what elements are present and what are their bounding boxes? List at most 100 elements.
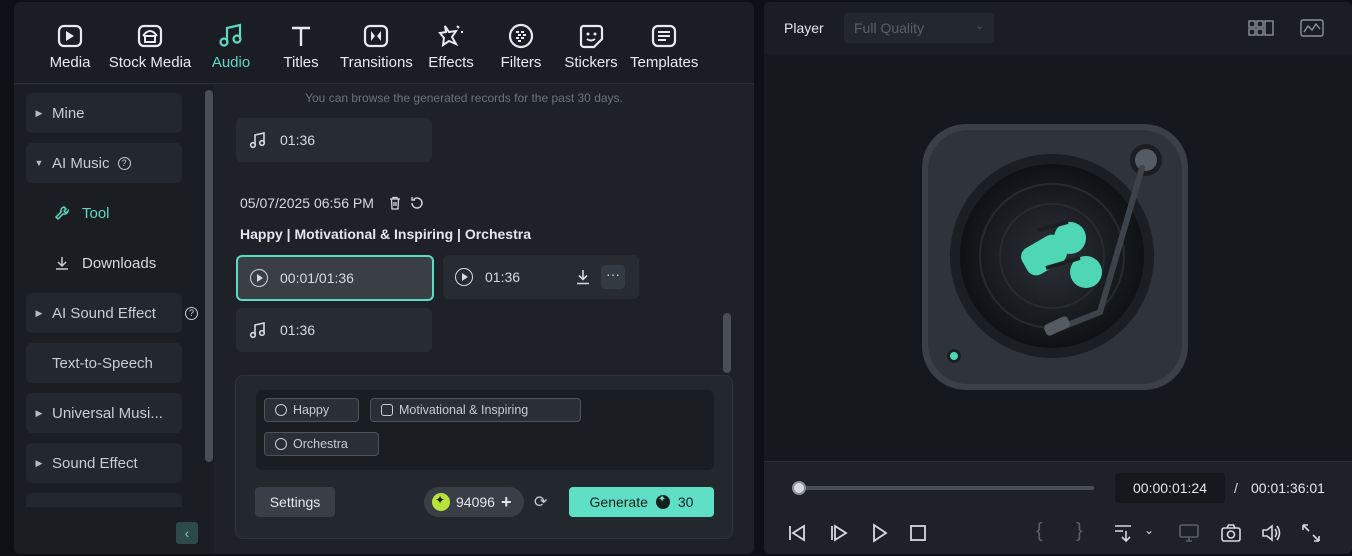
quality-value: Full Quality: [854, 20, 925, 36]
caret-right-icon: ▶: [35, 307, 43, 318]
tab-stock-media[interactable]: Stock Media: [108, 22, 192, 78]
caret-right-icon: ▶: [35, 407, 43, 418]
sidebar-scrollbar[interactable]: [205, 90, 213, 462]
fullscreen-icon[interactable]: [1300, 522, 1322, 544]
trash-icon[interactable]: [388, 196, 402, 210]
sidebar-item-partial: [26, 493, 182, 507]
stop-icon[interactable]: [907, 522, 929, 544]
play-icon[interactable]: [455, 268, 473, 286]
more-options-icon[interactable]: ···: [601, 265, 625, 289]
happy-icon: [275, 404, 287, 416]
video-preview[interactable]: [764, 54, 1352, 461]
playback-controls: 00:00:01:24 / 00:01:36:01 { } ⌄: [764, 461, 1352, 554]
mark-in-icon[interactable]: {: [1036, 520, 1058, 542]
sidebar-item-label: Sound Effect: [52, 454, 138, 472]
sidebar-item-ai-music[interactable]: ▼ AI Music ?: [26, 143, 182, 183]
content-scrollbar[interactable]: [723, 313, 731, 373]
tag-motivational[interactable]: Motivational & Inspiring: [370, 398, 581, 422]
stickers-icon: [579, 24, 604, 49]
collapse-sidebar-button[interactable]: ‹: [176, 522, 198, 544]
tag-happy[interactable]: Happy: [264, 398, 359, 422]
sidebar-item-label: Universal Musi...: [52, 404, 163, 422]
sidebar-item-downloads[interactable]: Downloads: [54, 248, 156, 278]
tab-effects-label: Effects: [428, 54, 474, 71]
clip-time: 00:01/01:36: [280, 270, 354, 286]
chevron-down-icon[interactable]: ⌄: [1144, 523, 1166, 545]
regenerate-icon[interactable]: [410, 196, 424, 210]
next-frame-icon[interactable]: [828, 522, 850, 544]
tab-audio[interactable]: Audio: [210, 22, 252, 78]
total-time: 00:01:36:01: [1251, 480, 1325, 496]
help-icon[interactable]: ?: [185, 307, 198, 320]
settings-button[interactable]: Settings: [255, 487, 335, 517]
tab-titles-label: Titles: [283, 54, 319, 71]
music-clip[interactable]: 01:36 ···: [443, 255, 639, 299]
download-icon[interactable]: [574, 268, 592, 286]
audio-sidebar: ▶ Mine ▼ AI Music ? Tool Downloads ▶ AI …: [14, 85, 214, 554]
insert-icon[interactable]: [1112, 522, 1134, 544]
clip-duration: 01:36: [280, 322, 316, 338]
tab-effects[interactable]: Effects: [428, 22, 474, 78]
mark-out-icon[interactable]: }: [1076, 520, 1098, 542]
media-icon: [57, 24, 83, 48]
titles-icon: [292, 26, 310, 46]
help-icon[interactable]: ?: [117, 156, 131, 170]
tag-orchestra[interactable]: Orchestra: [264, 432, 379, 456]
play-icon[interactable]: [250, 269, 268, 287]
filters-icon: [508, 23, 534, 49]
grid-view-icon[interactable]: [1248, 18, 1274, 38]
download-icon: [56, 257, 68, 270]
ai-music-content: You can browse the generated records for…: [214, 85, 754, 554]
media-toolbar: Media Stock Media Audio Titles Transitio…: [14, 2, 754, 84]
current-time[interactable]: 00:00:01:24: [1115, 473, 1225, 503]
credits-count: 94096: [456, 494, 495, 510]
sidebar-item-ai-sound-effect[interactable]: ▶ AI Sound Effect: [26, 293, 182, 333]
add-credits-icon[interactable]: +: [501, 492, 512, 513]
music-clip[interactable]: 01:36: [236, 118, 432, 162]
tab-titles[interactable]: Titles: [280, 22, 322, 78]
sidebar-item-sound-effect[interactable]: ▶ Sound Effect: [26, 443, 182, 483]
library-panel: Media Stock Media Audio Titles Transitio…: [14, 2, 754, 554]
quality-select[interactable]: Full Quality ⌄: [844, 13, 994, 43]
sidebar-item-text-to-speech[interactable]: Text-to-Speech: [26, 343, 182, 383]
tab-filters[interactable]: Filters: [498, 22, 544, 78]
tag-label: Orchestra: [293, 437, 348, 451]
previous-frame-icon[interactable]: [786, 522, 808, 544]
sidebar-item-label: Text-to-Speech: [52, 354, 153, 372]
clip-duration: 01:36: [485, 269, 521, 285]
sidebar-item-label: Mine: [52, 104, 85, 122]
tab-audio-label: Audio: [211, 54, 251, 71]
templates-icon: [651, 24, 677, 48]
effects-icon: [438, 25, 463, 48]
playback-progress-bar[interactable]: [792, 481, 1094, 495]
display-icon[interactable]: [1178, 522, 1200, 544]
play-icon[interactable]: [868, 522, 890, 544]
music-generator: Happy Motivational & Inspiring Orchestra…: [235, 375, 733, 539]
sidebar-item-universal-music[interactable]: ▶ Universal Musi...: [26, 393, 182, 433]
sidebar-item-tool[interactable]: Tool: [54, 198, 110, 228]
volume-icon[interactable]: [1260, 522, 1282, 544]
generate-button[interactable]: Generate 30: [569, 487, 714, 517]
sidebar-item-mine[interactable]: ▶ Mine: [26, 93, 182, 133]
stock-media-icon: [137, 24, 163, 48]
clip-duration: 01:36: [280, 132, 316, 148]
snapshot-icon[interactable]: [1220, 522, 1242, 544]
credits-badge[interactable]: 94096 +: [424, 487, 524, 517]
tab-transitions[interactable]: Transitions: [340, 22, 413, 78]
tab-media[interactable]: Media: [47, 22, 93, 78]
refresh-credits-icon[interactable]: ⟳: [534, 492, 547, 512]
progress-handle[interactable]: [792, 481, 806, 495]
tab-transitions-label: Transitions: [340, 54, 413, 71]
tab-stickers[interactable]: Stickers: [564, 22, 618, 78]
tag-label: Motivational & Inspiring: [399, 403, 529, 417]
prompt-tags-area[interactable]: Happy Motivational & Inspiring Orchestra: [256, 390, 714, 470]
turntable-icon: [922, 124, 1188, 390]
tab-templates[interactable]: Templates: [630, 22, 698, 78]
tab-stickers-label: Stickers: [564, 54, 618, 71]
chevron-down-icon: ⌄: [975, 21, 984, 32]
music-clip[interactable]: 01:36: [236, 308, 432, 352]
music-clip-selected[interactable]: 00:01/01:36: [236, 255, 434, 301]
waveform-chart-icon[interactable]: [1299, 18, 1325, 38]
history-hint: You can browse the generated records for…: [305, 91, 623, 105]
chevron-left-icon: ‹: [184, 525, 190, 541]
